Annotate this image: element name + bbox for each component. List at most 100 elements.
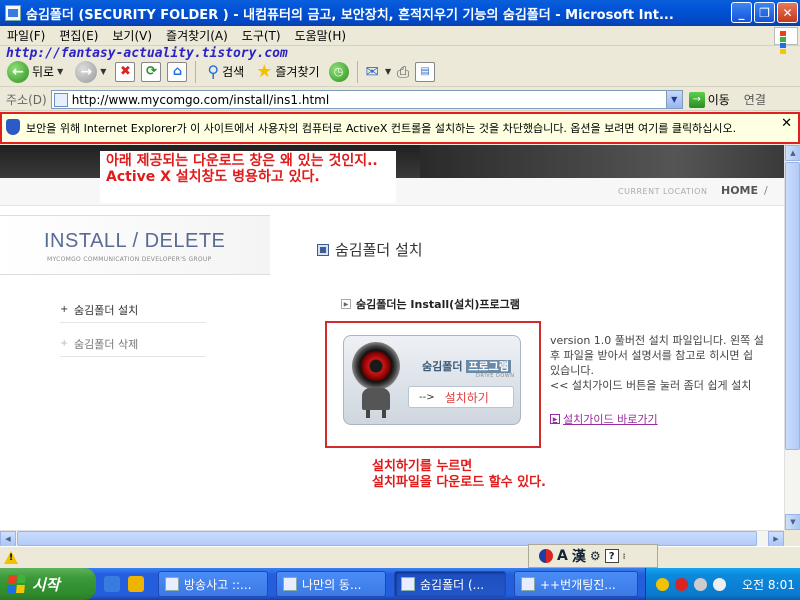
sidebar-item-delete[interactable]: + 숨김폴더 삭제 (60, 331, 206, 357)
go-arrow-icon: → (688, 91, 705, 108)
favorites-label: 즐겨찾기 (275, 65, 320, 79)
current-location-label: CURRENT LOCATION (618, 187, 708, 196)
address-input[interactable]: http://www.mycomgo.com/install/ins1.html… (50, 90, 683, 109)
back-button[interactable]: ← 뒤로 ▼ (4, 59, 66, 85)
section-bullet-icon (317, 243, 329, 256)
windows-logo-icon (7, 575, 27, 593)
shield-icon (6, 119, 20, 135)
window-title: 숨김폴더 (SECURITY FOLDER ) - 내컴퓨터의 금고, 보안장치… (26, 7, 674, 23)
security-shield-icon[interactable] (656, 577, 669, 591)
mascot-legs (366, 410, 386, 418)
side-subtitle: MYCOMGO COMMUNICATION DEVELOPER'S GROUP (47, 256, 212, 263)
volume-icon[interactable] (713, 577, 726, 591)
description-line: 있습니다. (550, 364, 594, 377)
ime-hanja-mode[interactable]: 漢 (572, 546, 586, 566)
ime-alpha-mode[interactable]: A (557, 548, 568, 564)
card-title: 숨김폴더 프로그램 (422, 358, 511, 374)
description-line: version 1.0 풀버전 설치 파일입니다. 왼쪽 설 (550, 334, 764, 347)
triangle-bullet-icon: ▶ (341, 299, 351, 309)
links-button[interactable]: 연결 (744, 91, 766, 108)
history-icon[interactable]: ◷ (328, 61, 349, 82)
sidebar-item-label: 숨김폴더 삭제 (74, 337, 139, 351)
scroll-down-icon[interactable]: ▼ (785, 514, 800, 530)
media-icon[interactable] (128, 576, 144, 592)
breadcrumb-home[interactable]: HOME (721, 184, 758, 197)
taskbar-item-active[interactable]: 숨김폴더 (... (394, 571, 506, 597)
menu-file[interactable]: 파일(F) (0, 27, 52, 44)
minimize-button[interactable]: _ (731, 2, 752, 23)
start-label: 시작 (32, 575, 60, 594)
chevron-down-icon[interactable]: ▼ (665, 91, 682, 108)
search-button[interactable]: ⚲ 검색 (204, 59, 247, 85)
taskbar-item-label: 나만의 동... (302, 577, 362, 592)
start-button[interactable]: 시작 (0, 568, 96, 600)
install-description: version 1.0 풀버전 설치 파일입니다. 왼쪽 설 후 파일을 받아서… (550, 333, 784, 393)
forward-arrow-icon: → (75, 60, 98, 83)
search-label: 검색 (222, 65, 245, 79)
home-icon[interactable]: ⌂ (167, 61, 188, 82)
menu-help[interactable]: 도움말(H) (288, 27, 354, 44)
print-icon[interactable]: ⎙ (397, 63, 409, 81)
sub-title: ▶ 숨김폴더는 Install(설치)프로그램 (341, 296, 520, 312)
stop-icon[interactable]: ✖ (115, 61, 136, 82)
activex-info-bar[interactable]: 보안을 위해 Internet Explorer가 이 사이트에서 사용자의 컴… (0, 112, 800, 144)
close-button[interactable]: ✕ (777, 2, 798, 23)
toolbar: ← 뒤로 ▼ → ▼ ✖ ⟳ ⌂ ⚲ 검색 ★ 즐겨찾기 ◷ ✉ ▼ ⎙ ▤ (0, 57, 800, 87)
menu-favorites[interactable]: 즐겨찾기(A) (159, 27, 235, 44)
chevron-down-icon: ▼ (57, 67, 64, 76)
warning-icon[interactable]: ! (4, 551, 18, 565)
network-icon[interactable] (694, 577, 707, 591)
taskbar-item-label: 숨김폴더 (... (420, 577, 485, 592)
ie-page-icon (5, 5, 21, 21)
favorites-button[interactable]: ★ 즐겨찾기 (253, 59, 322, 85)
vertical-scrollbar[interactable]: ▲ ▼ (784, 145, 800, 530)
address-bar: 주소(D) http://www.mycomgo.com/install/ins… (0, 89, 800, 111)
sidebar-item-install[interactable]: + 숨김폴더 설치 (60, 297, 206, 323)
scroll-up-icon[interactable]: ▲ (785, 145, 800, 161)
go-label: 이동 (707, 93, 730, 107)
grip-icon[interactable]: ⁝ (623, 552, 626, 561)
menu-edit[interactable]: 편집(E) (52, 27, 105, 44)
card-title-b: 프로그램 (466, 360, 511, 373)
help-icon[interactable]: ? (604, 549, 619, 563)
ie-icon[interactable] (104, 576, 120, 592)
menu-tools[interactable]: 도구(T) (235, 27, 288, 44)
install-guide-link[interactable]: ▶ 설치가이드 바로가기 (550, 411, 658, 427)
menu-view[interactable]: 보기(V) (105, 27, 159, 44)
side-title: INSTALL / DELETE (44, 230, 226, 252)
chevron-down-icon: ▼ (384, 67, 392, 76)
section-title: 숨김폴더 설치 (317, 239, 423, 260)
horizontal-scrollbar[interactable]: ◀ ▶ (0, 530, 784, 547)
mail-icon[interactable]: ✉ (366, 62, 379, 81)
install-button[interactable]: --> 설치하기 (408, 386, 514, 408)
taskbar-item[interactable]: ++번개팅진... (514, 571, 638, 597)
back-label: 뒤로 (32, 65, 55, 79)
toolbar-divider (195, 60, 197, 83)
section-title-text: 숨김폴더 설치 (335, 241, 423, 259)
plus-icon: + (60, 338, 69, 349)
refresh-icon[interactable]: ⟳ (141, 61, 162, 82)
taskbar-item[interactable]: 방송사고 ::... (158, 571, 268, 597)
ime-language-bar[interactable]: A 漢 ⚙ ? ⁝ (528, 544, 658, 568)
menu-bar: 파일(F) 편집(E) 보기(V) 즐겨찾기(A) 도구(T) 도움말(H) (0, 26, 800, 54)
forward-button[interactable]: → ▼ (72, 59, 109, 85)
info-bar-close-button[interactable]: ✕ (781, 117, 792, 130)
go-button[interactable]: → 이동 (688, 91, 730, 108)
scroll-right-icon[interactable]: ▶ (768, 531, 784, 547)
taskbar-item[interactable]: 나만의 동... (276, 571, 386, 597)
ime-settings-icon[interactable]: ⚙ (590, 549, 601, 563)
toolbar-divider (356, 60, 358, 83)
chevron-down-icon: ▼ (100, 67, 107, 76)
install-button-label: 설치하기 (444, 390, 489, 405)
korean-flag-icon (539, 549, 553, 563)
install-card[interactable]: 숨김폴더 프로그램 DRIVE DOWN --> 설치하기 (343, 335, 521, 425)
info-bar-message[interactable]: 보안을 위해 Internet Explorer가 이 사이트에서 사용자의 컴… (26, 122, 781, 135)
scroll-left-icon[interactable]: ◀ (0, 531, 16, 547)
plus-icon: + (60, 304, 69, 315)
alert-icon[interactable] (675, 577, 688, 591)
system-tray: 오전 8:01 (645, 568, 800, 600)
annotation-bottom-line1: 설치하기를 누르면 (372, 459, 473, 474)
edit-page-icon[interactable]: ▤ (415, 61, 436, 82)
vertical-scroll-thumb[interactable] (785, 162, 800, 450)
maximize-button[interactable]: ❐ (754, 2, 775, 23)
